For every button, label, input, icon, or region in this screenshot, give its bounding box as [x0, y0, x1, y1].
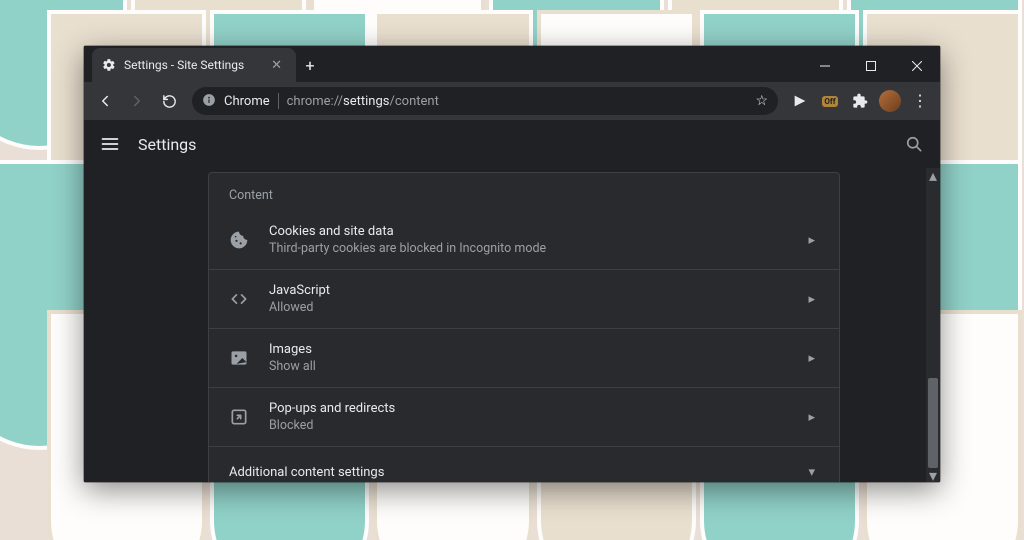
row-subtitle: Show all — [269, 359, 804, 374]
browser-tab[interactable]: Settings - Site Settings ✕ — [92, 48, 296, 82]
chevron-right-icon: ▸ — [804, 410, 819, 425]
row-popups[interactable]: Pop-ups and redirects Blocked ▸ — [209, 387, 839, 446]
scrollbar-down-arrow[interactable]: ▾ — [926, 468, 940, 482]
row-title: Pop-ups and redirects — [269, 401, 804, 416]
extensions-puzzle-icon[interactable] — [846, 87, 874, 115]
scrollbar[interactable]: ▴ ▾ — [926, 168, 940, 482]
cookie-icon — [229, 230, 249, 250]
section-title-content: Content — [209, 173, 839, 211]
content-settings-card: Content Cookies and site data Third-part… — [208, 172, 840, 482]
tab-gear-icon — [102, 58, 116, 72]
window-controls — [802, 50, 940, 82]
chevron-right-icon: ▸ — [804, 233, 819, 248]
titlebar: Settings - Site Settings ✕ + — [84, 46, 940, 82]
search-settings-icon[interactable] — [904, 134, 924, 154]
minimize-button[interactable] — [802, 50, 848, 82]
chrome-window: Settings - Site Settings ✕ + Chrome c — [84, 46, 940, 482]
site-info-icon[interactable] — [202, 93, 216, 110]
chevron-right-icon: ▸ — [804, 292, 819, 307]
tab-title: Settings - Site Settings — [124, 58, 259, 72]
row-title: Additional content settings — [229, 465, 804, 480]
chevron-down-icon: ▾ — [804, 465, 819, 480]
omnibox-separator — [278, 93, 279, 109]
maximize-button[interactable] — [848, 50, 894, 82]
address-bar[interactable]: Chrome chrome://settings/content ☆ — [192, 87, 778, 115]
omnibox-url: chrome://settings/content — [287, 94, 439, 109]
hamburger-menu-icon[interactable] — [100, 134, 120, 154]
toolbar: Chrome chrome://settings/content ☆ Off ⋮ — [84, 82, 940, 120]
omnibox-scheme: Chrome — [224, 94, 270, 109]
extension-icon-1[interactable] — [786, 87, 814, 115]
chrome-menu-button[interactable]: ⋮ — [906, 93, 934, 109]
popup-icon — [229, 407, 249, 427]
bookmark-star-icon[interactable]: ☆ — [755, 93, 768, 109]
row-title: Images — [269, 342, 804, 357]
scrollbar-up-arrow[interactable]: ▴ — [926, 168, 940, 182]
scrollbar-thumb[interactable] — [928, 378, 938, 468]
row-title: JavaScript — [269, 283, 804, 298]
row-cookies[interactable]: Cookies and site data Third-party cookie… — [209, 211, 839, 269]
code-icon — [229, 289, 249, 309]
row-title: Cookies and site data — [269, 224, 804, 239]
row-subtitle: Allowed — [269, 300, 804, 315]
extension-icon-2[interactable]: Off — [816, 87, 844, 115]
reload-button[interactable] — [154, 86, 184, 116]
row-images[interactable]: Images Show all ▸ — [209, 328, 839, 387]
tab-close-button[interactable]: ✕ — [267, 57, 286, 74]
image-icon — [229, 348, 249, 368]
row-subtitle: Third-party cookies are blocked in Incog… — [269, 241, 804, 256]
profile-avatar[interactable] — [876, 87, 904, 115]
close-window-button[interactable] — [894, 50, 940, 82]
row-javascript[interactable]: JavaScript Allowed ▸ — [209, 269, 839, 328]
row-subtitle: Blocked — [269, 418, 804, 433]
content-area: Content Cookies and site data Third-part… — [84, 168, 940, 482]
page-title: Settings — [138, 135, 196, 154]
chevron-right-icon: ▸ — [804, 351, 819, 366]
forward-button[interactable] — [122, 86, 152, 116]
settings-header: Settings — [84, 120, 940, 168]
back-button[interactable] — [90, 86, 120, 116]
new-tab-button[interactable]: + — [296, 54, 324, 75]
row-additional-content-settings[interactable]: Additional content settings ▾ — [209, 446, 839, 482]
